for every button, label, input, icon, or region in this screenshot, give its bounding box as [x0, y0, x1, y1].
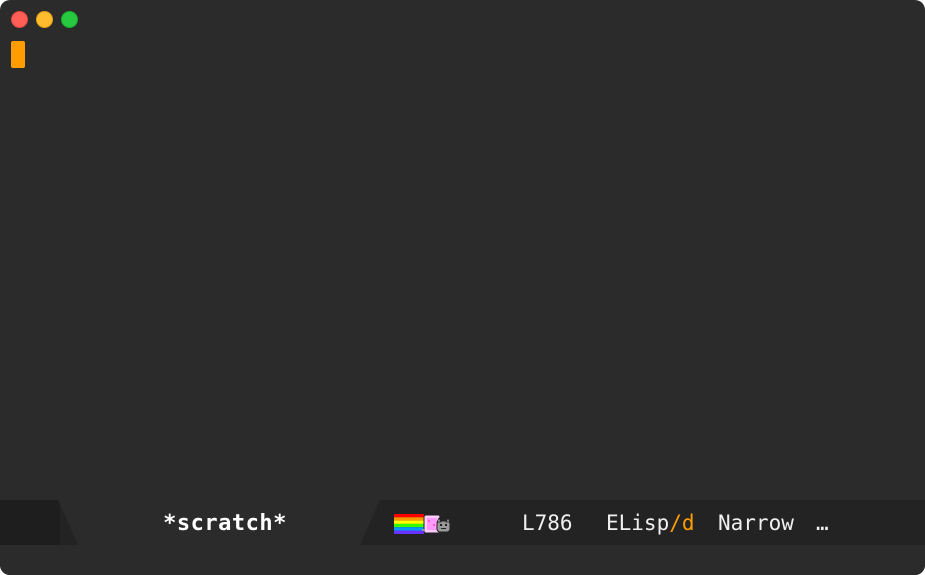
- echo-area[interactable]: [0, 545, 925, 575]
- mode-separator: /: [669, 511, 682, 535]
- close-window-button[interactable]: [11, 11, 28, 28]
- nyan-cat-icon: [394, 514, 452, 534]
- editor-buffer[interactable]: [0, 36, 925, 500]
- maximize-window-button[interactable]: [61, 11, 78, 28]
- emacs-window: *scratch* L786 ELisp/d Narrow …: [0, 0, 925, 575]
- mode-line: *scratch* L786 ELisp/d Narrow …: [0, 500, 925, 545]
- minor-mode[interactable]: Narrow: [718, 500, 794, 545]
- line-number: L786: [522, 511, 573, 535]
- major-mode-name: ELisp: [606, 511, 670, 535]
- minor-modes-more[interactable]: …: [816, 500, 829, 545]
- traffic-lights: [11, 11, 78, 28]
- mode-suffix: d: [681, 511, 695, 535]
- buffer-name[interactable]: *scratch*: [90, 500, 360, 545]
- minimize-window-button[interactable]: [36, 11, 53, 28]
- text-cursor: [11, 41, 25, 68]
- major-mode[interactable]: ELisp/d: [606, 500, 695, 545]
